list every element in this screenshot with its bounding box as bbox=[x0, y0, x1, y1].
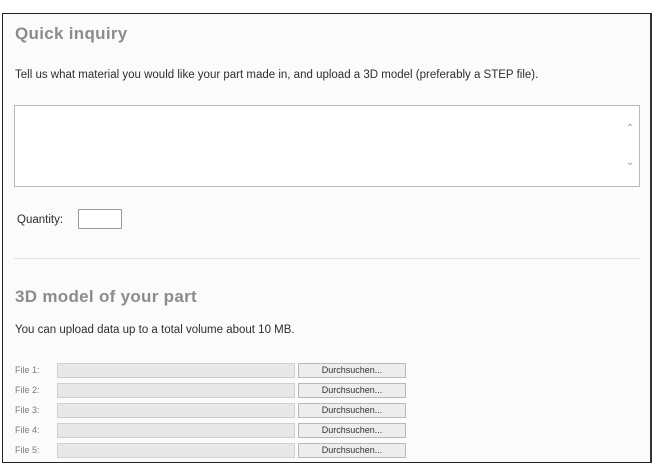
file-path-field[interactable] bbox=[57, 363, 295, 378]
file-path-field[interactable] bbox=[57, 403, 295, 418]
browse-button[interactable]: Durchsuchen... bbox=[298, 423, 406, 438]
file-row-2: File 2: Durchsuchen... bbox=[15, 383, 415, 399]
file-row-4: File 4: Durchsuchen... bbox=[15, 423, 415, 439]
file-row-1: File 1: Durchsuchen... bbox=[15, 363, 415, 379]
browse-button[interactable]: Durchsuchen... bbox=[298, 383, 406, 398]
quick-inquiry-instructions: Tell us what material you would like you… bbox=[15, 69, 539, 81]
file-label: File 1: bbox=[15, 365, 40, 375]
file-path-field[interactable] bbox=[57, 443, 295, 458]
file-label: File 2: bbox=[15, 385, 40, 395]
quantity-input[interactable] bbox=[78, 209, 122, 229]
material-textarea-box: ⌃ ⌄ bbox=[14, 105, 640, 187]
quick-inquiry-title: Quick inquiry bbox=[15, 24, 128, 43]
upload-limit-note: You can upload data up to a total volume… bbox=[15, 324, 295, 336]
section-divider bbox=[14, 258, 640, 259]
chevron-up-icon[interactable]: ⌃ bbox=[624, 122, 636, 136]
browse-button[interactable]: Durchsuchen... bbox=[298, 363, 406, 378]
chevron-down-icon[interactable]: ⌄ bbox=[624, 156, 636, 170]
material-textarea[interactable] bbox=[15, 106, 621, 186]
file-label: File 5: bbox=[15, 445, 40, 455]
browse-button[interactable]: Durchsuchen... bbox=[298, 443, 406, 458]
file-path-field[interactable] bbox=[57, 423, 295, 438]
file-row-3: File 3: Durchsuchen... bbox=[15, 403, 415, 419]
file-label: File 4: bbox=[15, 425, 40, 435]
model-section-title: 3D model of your part bbox=[15, 287, 197, 306]
file-path-field[interactable] bbox=[57, 383, 295, 398]
quantity-label: Quantity: bbox=[17, 214, 64, 226]
inquiry-form: Quick inquiry Tell us what material you … bbox=[2, 13, 652, 463]
file-label: File 3: bbox=[15, 405, 40, 415]
browse-button[interactable]: Durchsuchen... bbox=[298, 403, 406, 418]
file-row-5: File 5: Durchsuchen... bbox=[15, 443, 415, 459]
